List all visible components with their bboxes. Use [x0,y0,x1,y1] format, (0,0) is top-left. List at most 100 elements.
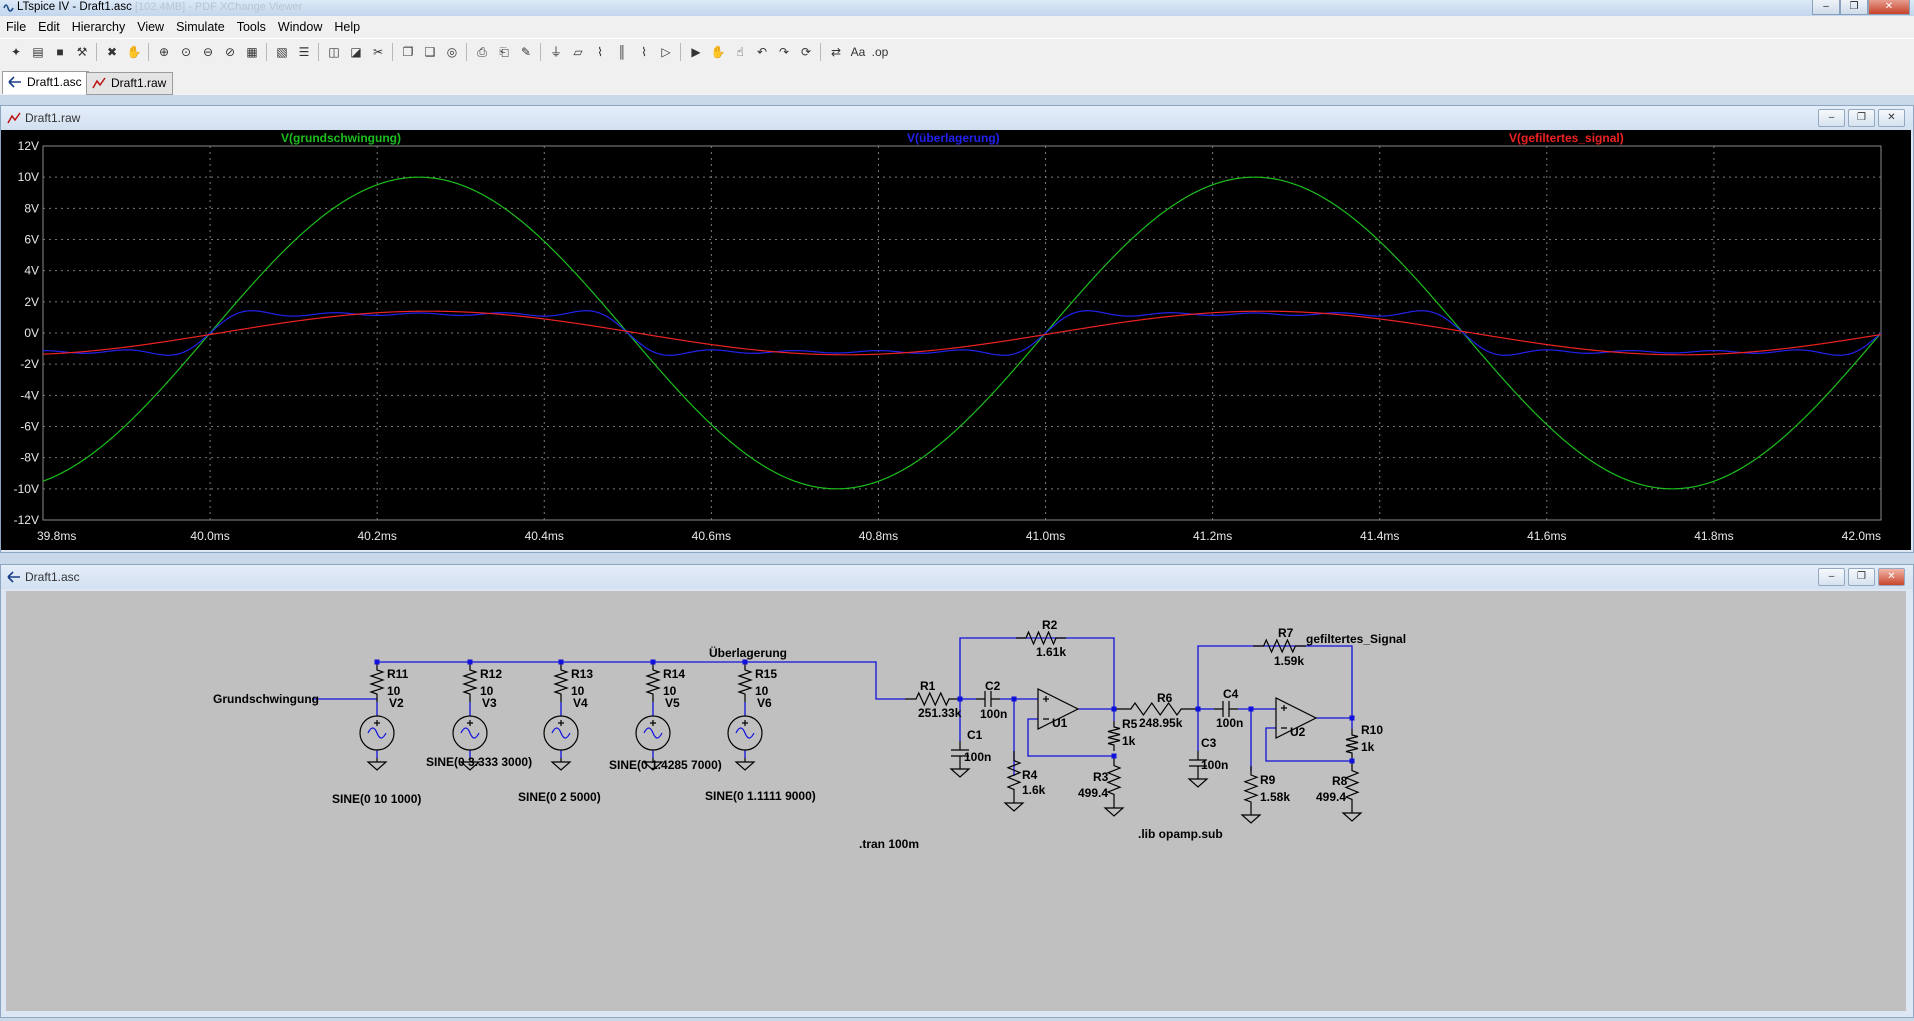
diode-icon[interactable]: ▷ [656,42,676,62]
y-tick-label: -4V [20,388,39,402]
x-tick-label: 40.2ms [358,529,397,543]
toolbar-separator [680,43,681,61]
undo-icon[interactable]: ↶ [752,42,772,62]
document-tabs: Draft1.asc Draft1.raw [0,65,1914,95]
menu-file[interactable]: File [0,20,32,34]
x-tick-label: 42.0ms [1842,529,1881,543]
close-button[interactable]: ✕ [1868,0,1910,15]
junction-dot [558,659,564,665]
run-icon[interactable]: ✖ [102,42,122,62]
move-icon[interactable]: ✋ [708,42,728,62]
find-icon[interactable]: ◎ [442,42,462,62]
waveform-plot[interactable]: 12V 10V 8V 6V 4V 2V 0V -2V -4V -6V -8V -10V -12V 39.… [1,130,1911,550]
new-schematic-icon[interactable]: ✦ [6,42,26,62]
halt-icon[interactable]: ✋ [124,42,144,62]
tile-vertical-icon[interactable]: ◪ [346,42,366,62]
menu-edit[interactable]: Edit [32,20,66,34]
resistor-icon[interactable]: ⌇ [590,42,610,62]
menu-window[interactable]: Window [272,20,328,34]
resistor-value-r9: 1.58k [1260,790,1290,804]
x-tick-label: 40.4ms [525,529,564,543]
cascade-icon[interactable]: ◫ [324,42,344,62]
ltspice-app-icon [3,4,14,12]
capacitor-value-c2: 100n [980,707,1007,721]
paste-icon[interactable]: ❑ [420,42,440,62]
pan-icon[interactable]: ⊙ [176,42,196,62]
control-panel-icon[interactable]: ⚒ [72,42,92,62]
menu-view[interactable]: View [131,20,170,34]
tile-horizontal-icon[interactable]: ☰ [294,42,314,62]
redo-icon[interactable]: ↷ [774,42,794,62]
text-icon[interactable]: Aa [848,42,868,62]
tab-draft1-asc[interactable]: Draft1.asc [2,71,89,94]
menu-simulate[interactable]: Simulate [170,20,231,34]
resistor-value-r6: 248.95k [1139,716,1183,730]
cut-icon[interactable]: ✂ [368,42,388,62]
print-setup-icon[interactable]: ⎙ [472,42,492,62]
legend-series-gefiltertes-signal[interactable]: V(gefiltertes_signal) [1509,131,1624,145]
waveform-restore-button[interactable]: ❐ [1848,109,1875,127]
ground-icon[interactable]: ⏚ [546,42,566,62]
junction-dot [650,659,656,665]
drag-icon[interactable]: ☝ [730,42,750,62]
schematic-icon [7,571,20,583]
y-tick-label: 2V [24,295,39,309]
waveform-minimize-button[interactable]: – [1818,109,1845,127]
y-tick-label: -2V [20,357,39,371]
schematic-minimize-button[interactable]: – [1818,568,1845,586]
schematic-window-controls: – ❐ ✕ [1818,568,1905,586]
copy-icon[interactable]: ❐ [398,42,418,62]
resistor-ref: R14 [663,667,685,681]
menu-tools[interactable]: Tools [231,20,272,34]
waveform-icon[interactable]: ▧ [272,42,292,62]
component-icon[interactable]: ▶ [686,42,706,62]
source-value-v3: SINE(0 3.333 3000) [426,755,532,769]
x-tick-label: 40.0ms [190,529,229,543]
waveform-close-button[interactable]: ✕ [1878,109,1905,127]
legend-series-grundschwingung[interactable]: V(grundschwingung) [281,131,401,145]
legend-series-ueberlagerung[interactable]: V(überlagerung) [907,131,1000,145]
resistor-ref-r6: R6 [1157,691,1173,705]
y-tick-label: -10V [14,482,39,496]
print-icon[interactable]: ⎗ [494,42,514,62]
label-net-icon[interactable]: ▱ [568,42,588,62]
inductor-icon[interactable]: ⌇ [634,42,654,62]
source-value-v4: SINE(0 2 5000) [518,790,601,804]
x-tick-label: 39.8ms [37,529,76,543]
save-icon[interactable]: ■ [50,42,70,62]
opamp-ref-u2: U2 [1290,725,1306,739]
resistor-ref-r5: R5 [1122,717,1138,731]
rotate-icon[interactable]: ⟳ [796,42,816,62]
open-icon[interactable]: ▤ [28,42,48,62]
zoom-in-icon[interactable]: ⊕ [154,42,174,62]
y-tick-label: 8V [24,201,39,215]
mirror-icon[interactable]: ⇄ [826,42,846,62]
junction-dot [1349,715,1355,721]
autorange-icon[interactable]: ▦ [242,42,262,62]
menu-help[interactable]: Help [328,20,366,34]
restore-button[interactable]: ❐ [1840,0,1868,15]
resistor-value-r5: 1k [1122,734,1136,748]
y-tick-label: -6V [20,420,39,434]
zoom-out-icon[interactable]: ⊖ [198,42,218,62]
menu-hierarchy[interactable]: Hierarchy [66,20,132,34]
waveform-window: Draft1.raw – ❐ ✕ 12V 10V 8V 6V 4V 2V 0V -2V -4V -… [0,105,1914,553]
source-value-v2: SINE(0 10 1000) [332,792,421,806]
schematic-restore-button[interactable]: ❐ [1848,568,1875,586]
schematic-canvas[interactable]: R1110V2R1210V3R1310V4R1410V5R1510V6Grund… [6,591,1906,1011]
title-bar: LTspice IV - Draft1.asc [102.4MB] - PDF … [0,0,1914,17]
schematic-close-button[interactable]: ✕ [1878,568,1905,586]
x-tick-label: 41.8ms [1694,529,1733,543]
minimize-button[interactable]: – [1812,0,1840,15]
tab-draft1-raw[interactable]: Draft1.raw [86,72,174,95]
x-tick-label: 41.6ms [1527,529,1566,543]
wire-icon[interactable]: ✎ [516,42,536,62]
zoom-fit-icon[interactable]: ⊘ [220,42,240,62]
waveform-window-titlebar: Draft1.raw – ❐ ✕ [1,106,1913,130]
capacitor-icon[interactable]: ║ [612,42,632,62]
junction-dot [1195,706,1201,712]
source-ref: V5 [665,696,680,710]
spice-directive-icon[interactable]: .op [870,42,890,62]
capacitor-ref-c3: C3 [1201,736,1217,750]
resistor-value-r3: 499.4 [1078,786,1108,800]
